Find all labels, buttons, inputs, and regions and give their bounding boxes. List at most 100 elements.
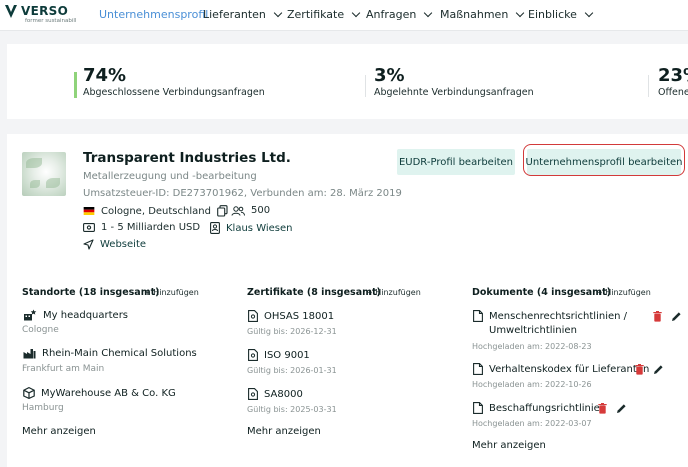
certificate-name: SA8000	[264, 388, 303, 400]
nav-zertifikate-label: Zertifikate	[287, 8, 345, 21]
certificate-document-icon	[248, 388, 258, 400]
contact-name: Klaus Wiesen	[226, 222, 293, 234]
nav-anfragen-label: Anfragen	[366, 8, 417, 21]
company-location: Cologne, Deutschland	[83, 205, 234, 217]
document-icon	[473, 310, 483, 322]
certificate-item[interactable]: OHSAS 18001	[248, 310, 334, 322]
company-contact[interactable]: Klaus Wiesen	[210, 222, 293, 234]
company-name: Transparent Industries Ltd.	[83, 150, 291, 166]
nav-unternehmensprofil[interactable]: Unternehmensprofil	[99, 8, 208, 21]
stat-value: 3%	[374, 65, 405, 86]
brand-name: VERSO	[21, 4, 69, 18]
certificate-document-icon	[248, 310, 258, 322]
delete-icon[interactable]	[598, 403, 607, 414]
eudr-profile-button[interactable]: EUDR-Profil bearbeiten	[397, 149, 515, 175]
location-item[interactable]: My headquarters	[23, 309, 128, 321]
certificate-validity: Gültig bis: 2026-01-31	[247, 366, 337, 375]
company-employees: 500	[231, 205, 270, 216]
stat-label: Abgelehnte Verbindungsanfragen	[374, 87, 534, 98]
stat-rejected: 3% Abgelehnte Verbindungsanfragen	[374, 65, 534, 99]
documents-title: Dokumente (4 insgesamt)	[472, 287, 611, 298]
chevron-down-icon	[424, 8, 433, 18]
stat-label: Abgeschlossene Verbindungsanfragen	[83, 87, 265, 98]
location-city: Hamburg	[22, 403, 64, 413]
document-upload-date: Hochgeladen am: 2022-03-07	[472, 419, 592, 428]
copy-icon[interactable]	[217, 205, 228, 217]
delete-icon[interactable]	[653, 311, 662, 322]
edit-profile-button[interactable]: Unternehmensprofil bearbeiten	[526, 149, 683, 175]
document-item[interactable]: Menschenrechtsrichtlinien /	[473, 310, 627, 322]
locations-title: Standorte (18 insgesamt)	[22, 287, 160, 298]
chevron-down-icon	[516, 8, 525, 18]
stat-value: 23%	[658, 65, 688, 86]
contact-badge-icon	[210, 222, 220, 234]
warehouse-box-icon	[23, 387, 35, 399]
document-name-continued: Umweltrichtlinien	[489, 325, 577, 336]
certificates-title: Zertifikate (8 insgesamt)	[247, 287, 381, 298]
revenue-text: 1 - 5 Milliarden USD	[101, 222, 201, 233]
nav-einblicke[interactable]: Einblicke	[528, 8, 594, 21]
money-icon	[83, 223, 95, 232]
documents-show-more[interactable]: Mehr anzeigen	[472, 440, 546, 451]
edit-pencil-icon[interactable]	[616, 403, 627, 414]
add-location-button[interactable]: + Hinzufügen	[144, 288, 199, 297]
company-profile-card: Transparent Industries Ltd. Metallerzeug…	[7, 134, 688, 467]
add-certificate-button[interactable]: + Hinzufügen	[366, 288, 421, 297]
location-item[interactable]: MyWarehouse AB & Co. KG	[23, 387, 176, 399]
add-document-button[interactable]: + Hinzufügen	[596, 288, 651, 297]
document-icon	[473, 363, 483, 375]
document-upload-date: Hochgeladen am: 2022-08-23	[472, 342, 592, 351]
location-name: My headquarters	[43, 309, 129, 321]
company-revenue: 1 - 5 Milliarden USD	[83, 222, 200, 233]
progress-indicator	[74, 72, 77, 98]
document-icon	[473, 402, 483, 414]
certificate-name: ISO 9001	[264, 349, 310, 361]
nav-anfragen[interactable]: Anfragen	[366, 8, 433, 21]
locations-show-more[interactable]: Mehr anzeigen	[22, 426, 96, 437]
certificate-validity: Gültig bis: 2026-12-31	[247, 327, 337, 336]
send-arrow-icon	[83, 239, 94, 250]
delete-icon[interactable]	[635, 364, 644, 375]
chevron-down-icon	[273, 8, 283, 18]
nav-lieferanten-label: Lieferanten	[203, 8, 266, 21]
employees-text: 500	[251, 205, 271, 216]
certificate-document-icon	[248, 349, 258, 361]
people-icon	[231, 205, 245, 216]
nav-zertifikate[interactable]: Zertifikate	[287, 8, 361, 21]
headquarters-icon	[24, 309, 37, 321]
location-item[interactable]: Rhein-Main Chemical Solutions	[23, 348, 197, 359]
divider	[648, 75, 649, 97]
stats-panel: 74% Abgeschlossene Verbindungsanfragen 3…	[7, 44, 688, 119]
nav-lieferanten[interactable]: Lieferanten	[203, 8, 283, 21]
document-name: Verhaltenskodex für Lieferanten	[489, 363, 650, 375]
location-text: Cologne, Deutschland	[101, 205, 211, 217]
nav-massnahmen[interactable]: Maßnahmen	[440, 8, 525, 21]
location-name: MyWarehouse AB & Co. KG	[41, 387, 176, 399]
location-city: Cologne	[22, 325, 59, 335]
certificate-item[interactable]: SA8000	[248, 388, 303, 400]
certificate-item[interactable]: ISO 9001	[248, 349, 310, 361]
edit-pencil-icon[interactable]	[671, 311, 682, 322]
edit-pencil-icon[interactable]	[653, 364, 664, 375]
stat-label: Offene	[658, 87, 688, 98]
document-item[interactable]: Verhaltenskodex für Lieferanten	[473, 363, 649, 375]
document-item[interactable]: Beschaffungsrichtlinien	[473, 402, 606, 414]
certificates-show-more[interactable]: Mehr anzeigen	[247, 426, 321, 437]
website-text: Webseite	[100, 239, 147, 250]
document-name-line2: Umweltrichtlinien	[489, 325, 577, 336]
germany-flag-icon	[83, 207, 95, 215]
stat-value: 74%	[83, 65, 127, 86]
top-nav: VERSO former sustainabill Unternehmenspr…	[0, 0, 688, 31]
factory-icon	[23, 349, 36, 359]
certificate-name: OHSAS 18001	[264, 310, 335, 322]
chevron-down-icon	[351, 8, 361, 18]
location-name: Rhein-Main Chemical Solutions	[42, 348, 197, 359]
nav-massnahmen-label: Maßnahmen	[440, 8, 509, 21]
chevron-down-icon	[584, 8, 594, 18]
stat-completed: 74% Abgeschlossene Verbindungsanfragen	[83, 65, 265, 99]
company-tax-id: Umsatzsteuer-ID: DE273701962, Verbunden …	[83, 188, 402, 199]
company-industry: Metallerzeugung und -bearbeitung	[83, 171, 257, 182]
document-name: Menschenrechtsrichtlinien /	[489, 310, 628, 322]
website-link[interactable]: Webseite	[83, 239, 146, 250]
certificate-validity: Gültig bis: 2025-03-31	[247, 405, 337, 414]
